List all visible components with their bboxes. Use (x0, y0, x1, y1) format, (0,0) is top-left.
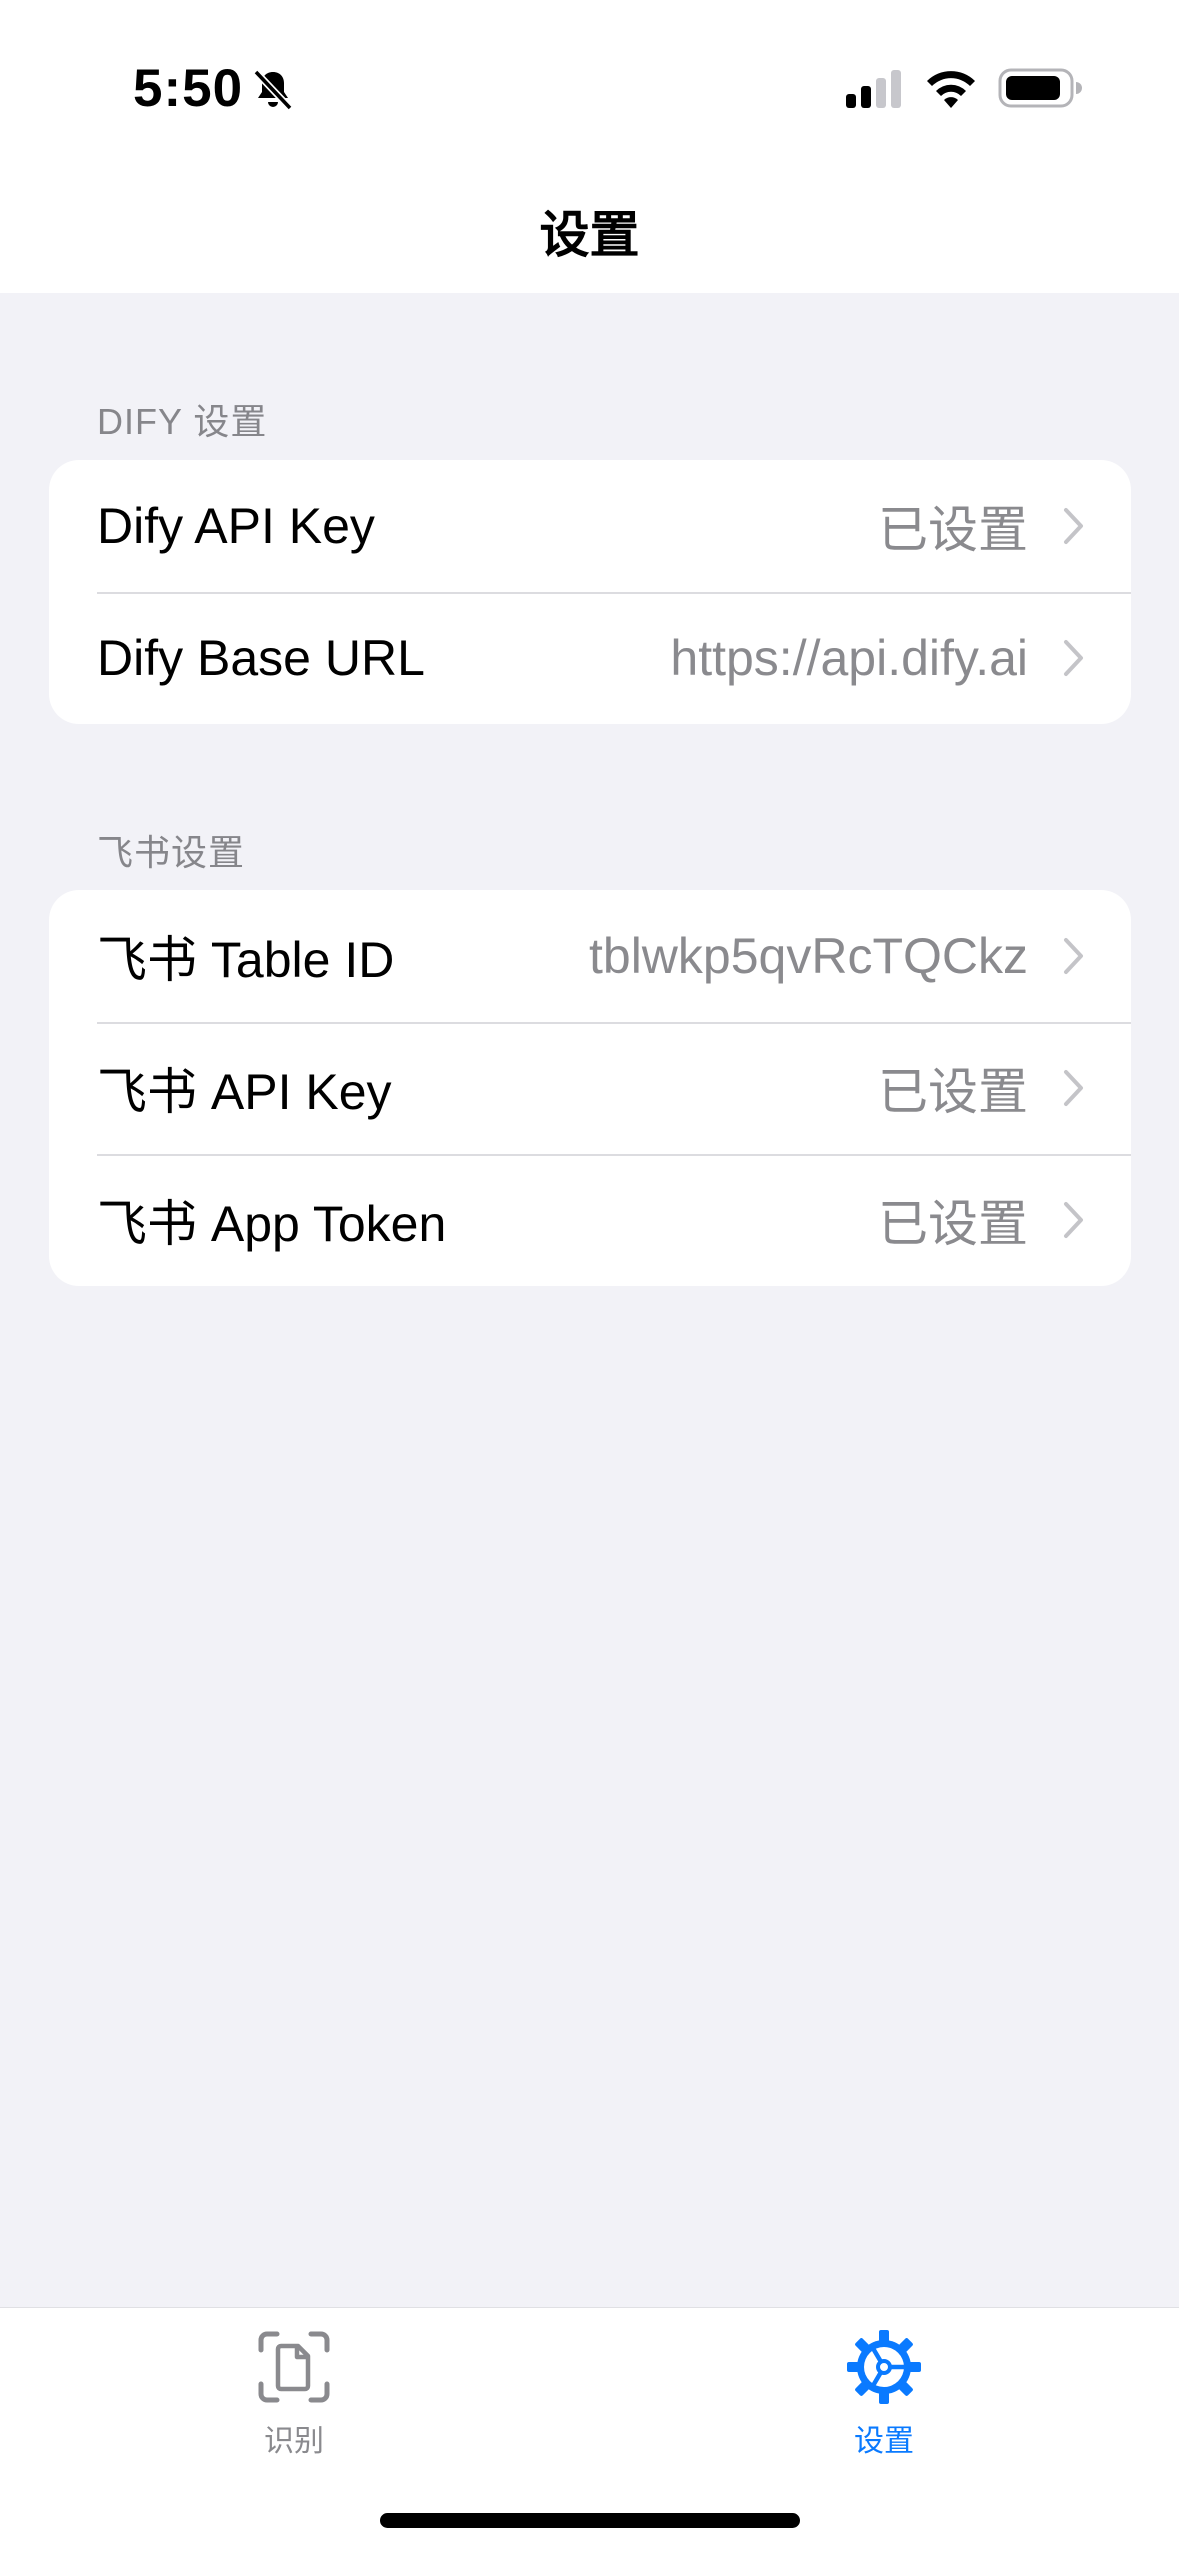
cellular-signal-icon (846, 70, 901, 108)
row-value: tblwkp5qvRcTQCkz (589, 928, 1028, 984)
chevron-right-icon (1064, 938, 1083, 974)
row-value: 已设置 (878, 1064, 1028, 1120)
row-dify-api-key[interactable]: Dify API Key 已设置 (49, 460, 1131, 592)
row-feishu-app-token[interactable]: 飞书 App Token 已设置 (49, 1154, 1131, 1286)
row-feishu-table-id[interactable]: 飞书 Table ID tblwkp5qvRcTQCkz (49, 890, 1131, 1022)
row-dify-base-url[interactable]: Dify Base URL https://api.dify.ai (49, 592, 1131, 724)
wifi-icon (927, 71, 975, 108)
feishu-settings-group: 飞书 Table ID tblwkp5qvRcTQCkz 飞书 API Key … (49, 890, 1131, 1286)
chevron-right-icon (1064, 1070, 1083, 1106)
chevron-right-icon (1064, 640, 1083, 676)
row-feishu-api-key[interactable]: 飞书 API Key 已设置 (49, 1022, 1131, 1154)
battery-icon (998, 68, 1082, 108)
row-label: Dify API Key (97, 498, 375, 554)
row-label: 飞书 Table ID (97, 932, 395, 988)
bell-slash-icon (253, 69, 293, 111)
row-label: 飞书 App Token (97, 1196, 447, 1252)
page-title: 设置 (539, 207, 640, 263)
document-scan-icon (258, 2331, 330, 2403)
row-value: 已设置 (878, 1196, 1028, 1252)
settings-screen: 5:50 设置 DIFY 设置 Dify API Key 已设置 Dify Ba… (0, 0, 1179, 2556)
home-indicator[interactable] (380, 2513, 800, 2528)
tab-label: 设置 (854, 2425, 914, 2458)
status-time: 5:50 (133, 59, 244, 118)
dify-settings-group: Dify API Key 已设置 Dify Base URL https://a… (49, 460, 1131, 724)
tab-settings[interactable]: 设置 (784, 2328, 984, 2468)
chevron-right-icon (1064, 508, 1083, 544)
tab-label: 识别 (264, 2425, 324, 2458)
row-label: Dify Base URL (97, 630, 425, 686)
gear-icon (847, 2330, 921, 2404)
section-header-feishu: 飞书设置 (97, 832, 246, 873)
row-value: 已设置 (878, 502, 1028, 558)
tab-recognize[interactable]: 识别 (194, 2328, 394, 2468)
row-label: 飞书 API Key (97, 1064, 392, 1120)
top-bar: 5:50 设置 (0, 0, 1179, 293)
row-value: https://api.dify.ai (670, 630, 1028, 686)
chevron-right-icon (1064, 1202, 1083, 1238)
section-header-dify: DIFY 设置 (97, 401, 268, 442)
